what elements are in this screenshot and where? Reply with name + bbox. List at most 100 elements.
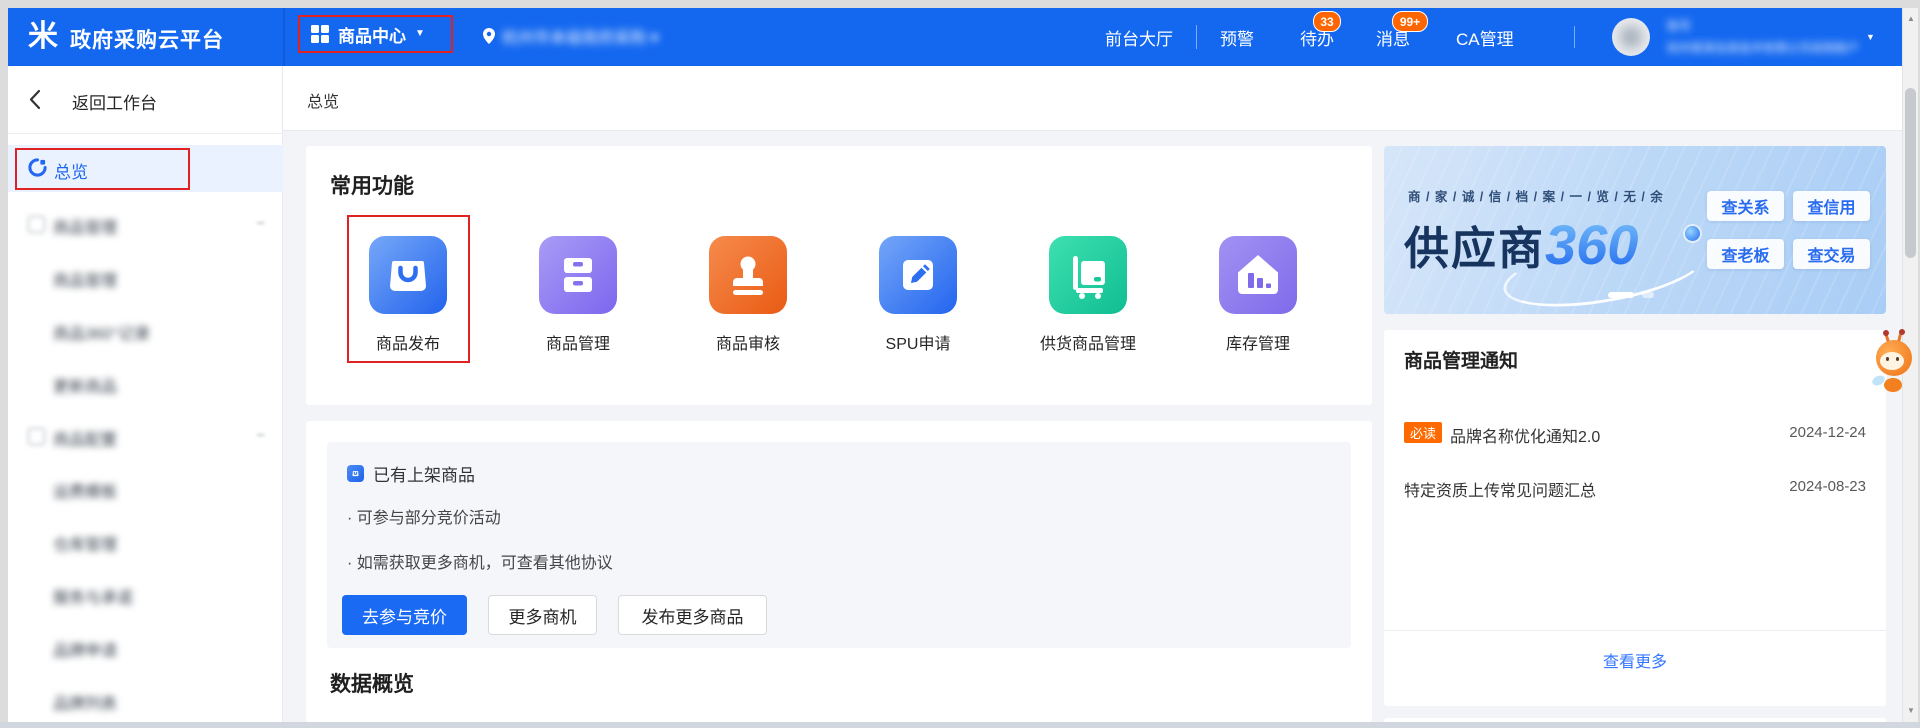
app-switcher-label: 商品中心 xyxy=(338,22,406,47)
check-transactions-button[interactable]: 查交易 xyxy=(1793,239,1870,269)
sidebar-divider xyxy=(8,133,283,134)
content-area: 常用功能 商品发布 商品管理 商品审核 xyxy=(283,131,1902,722)
notice-title: 品牌名称优化通知2.0 xyxy=(1450,423,1600,447)
carousel-dot[interactable] xyxy=(1642,292,1654,298)
publish-more-products-button[interactable]: 发布更多商品 xyxy=(618,595,767,635)
onboarding-header: 已有上架商品 xyxy=(347,461,475,486)
message-count-badge: 99+ xyxy=(1392,11,1428,32)
banner-title-number: 360 xyxy=(1545,213,1638,276)
cube-icon xyxy=(28,216,45,233)
nav-todo[interactable]: 待办 33 xyxy=(1300,8,1334,66)
user-divider xyxy=(1574,26,1575,48)
check-credit-button[interactable]: 查信用 xyxy=(1793,191,1870,221)
sidebar-item-label-blurred: 品牌申请 xyxy=(53,637,117,661)
quick-action-product-management[interactable]: 商品管理 xyxy=(539,236,617,314)
collapse-icon[interactable]: − xyxy=(256,215,265,232)
onboarding-bullet: · 如需获取更多商机，可查看其他协议 xyxy=(347,549,613,573)
quick-action-publish-product[interactable]: 商品发布 xyxy=(369,236,447,314)
view-more-link[interactable]: 查看更多 xyxy=(1384,648,1886,672)
sidebar-item-label-blurred: 服务与承诺 xyxy=(53,584,133,608)
platform-logo-icon: 米 xyxy=(28,19,58,55)
sidebar-item-label-blurred: 品牌列表 xyxy=(53,690,117,714)
check-relations-button[interactable]: 查关系 xyxy=(1707,191,1784,221)
sidebar-group-label-blurred: 商品配置 xyxy=(53,426,117,450)
sidebar-item-blurred[interactable]: 品牌申请 xyxy=(8,636,283,660)
sidebar-item-overview[interactable]: 总览 xyxy=(8,145,283,192)
sidebar-item-label-blurred: 商品360°记录 xyxy=(53,320,150,344)
nav-alerts[interactable]: 预警 xyxy=(1220,8,1254,66)
platform-title: 政府采购云平台 xyxy=(70,24,224,54)
pencil-icon xyxy=(879,236,957,314)
user-name-blurred: 账号 xyxy=(1667,17,1691,34)
sidebar-item-blurred[interactable]: 商品管理 xyxy=(8,266,283,290)
quick-action-label: 商品管理 xyxy=(546,330,610,354)
warehouse-icon xyxy=(1219,236,1297,314)
common-functions-card: 常用功能 商品发布 商品管理 商品审核 xyxy=(306,146,1372,405)
scroll-down-icon[interactable]: ▼ xyxy=(1903,706,1919,715)
sidebar-item-label-blurred: 更新商品 xyxy=(53,373,117,397)
must-read-badge: 必读 xyxy=(1404,422,1442,443)
app-switcher-product-center[interactable]: 商品中心 ▼ xyxy=(298,15,453,53)
window-frame xyxy=(0,0,8,728)
back-chevron-icon xyxy=(28,89,41,115)
trolley-icon xyxy=(1049,236,1127,314)
purchaser-location-selector[interactable]: 杭州市本级政府采购 ▾ xyxy=(483,24,658,48)
assistant-mascot-icon[interactable] xyxy=(1874,332,1918,398)
quick-action-supply-product-management[interactable]: 供货商品管理 xyxy=(1049,236,1127,314)
location-pin-icon xyxy=(483,28,495,44)
banner-title: 供应商360 xyxy=(1404,212,1638,277)
quick-action-label: 供货商品管理 xyxy=(1040,330,1136,354)
carousel-dot-active[interactable] xyxy=(1608,292,1634,298)
notices-title: 商品管理通知 xyxy=(1404,346,1518,373)
scrollbar-thumb[interactable] xyxy=(1905,88,1916,258)
sidebar-item-blurred[interactable]: 商品360°记录 xyxy=(8,319,283,343)
nav-front-hall[interactable]: 前台大厅 xyxy=(1105,8,1173,66)
scroll-up-icon[interactable]: ▲ xyxy=(1903,14,1919,23)
sidebar-group-blurred[interactable]: 商品管理 − xyxy=(8,213,283,237)
nav-messages[interactable]: 消息 99+ xyxy=(1376,8,1410,66)
location-label-blurred: 杭州市本级政府采购 ▾ xyxy=(502,24,658,48)
quick-action-spu-apply[interactable]: SPU申请 xyxy=(879,236,957,314)
onboarding-buttons: 去参与竞价 更多商机 发布更多商品 xyxy=(342,595,767,635)
notice-row[interactable]: 特定资质上传常见问题汇总 2024-08-23 xyxy=(1384,476,1886,500)
product-notices-card: 商品管理通知 必读 品牌名称优化通知2.0 2024-12-24 特定资质上传常… xyxy=(1384,330,1886,706)
user-menu-chevron-icon[interactable]: ▼ xyxy=(1866,32,1875,42)
sidebar-group-blurred[interactable]: 商品配置 − xyxy=(8,425,283,449)
sidebar-item-blurred[interactable]: 更新商品 xyxy=(8,372,283,396)
sidebar-item-blurred[interactable]: 仓库管理 xyxy=(8,530,283,554)
notice-date: 2024-08-23 xyxy=(1789,478,1866,495)
quick-action-label: 库存管理 xyxy=(1226,330,1290,354)
avatar[interactable] xyxy=(1612,18,1650,56)
banner-tagline: 商 / 家 / 诚 / 信 / 档 / 案 / 一 / 览 / 无 / 余 xyxy=(1408,186,1664,205)
header-nav: 前台大厅 预警 待办 33 消息 99+ CA管理 xyxy=(1105,8,1514,66)
quick-action-label: 商品发布 xyxy=(376,330,440,354)
notice-row[interactable]: 必读 品牌名称优化通知2.0 2024-12-24 xyxy=(1384,422,1886,446)
back-to-workbench-label: 返回工作台 xyxy=(72,89,157,114)
nav-ca-management[interactable]: CA管理 xyxy=(1456,8,1514,66)
back-to-workbench[interactable]: 返回工作台 xyxy=(8,66,283,133)
banner-title-text: 供应商 xyxy=(1404,223,1545,274)
onboarding-header-label: 已有上架商品 xyxy=(373,461,475,486)
sidebar-item-label-blurred: 运费模板 xyxy=(53,478,117,502)
supplier-360-banner[interactable]: 商 / 家 / 诚 / 信 / 档 / 案 / 一 / 览 / 无 / 余 供应… xyxy=(1384,146,1886,314)
join-bidding-button[interactable]: 去参与竞价 xyxy=(342,595,467,635)
notice-date: 2024-12-24 xyxy=(1789,424,1866,441)
sidebar-item-label-blurred: 商品管理 xyxy=(53,267,117,291)
header-divider xyxy=(283,8,285,66)
common-functions-title: 常用功能 xyxy=(330,170,414,200)
overview-icon xyxy=(28,158,47,182)
quick-action-inventory-management[interactable]: 库存管理 xyxy=(1219,236,1297,314)
sidebar-item-blurred[interactable]: 服务与承诺 xyxy=(8,583,283,607)
sidebar-item-overview-label: 总览 xyxy=(54,158,88,183)
sidebar-item-blurred[interactable]: 品牌列表 xyxy=(8,689,283,713)
notices-divider xyxy=(1384,630,1886,631)
more-opportunities-button[interactable]: 更多商机 xyxy=(488,595,597,635)
check-boss-button[interactable]: 查老板 xyxy=(1707,239,1784,269)
sidebar-item-blurred[interactable]: 运费模板 xyxy=(8,477,283,501)
grid-icon xyxy=(311,25,329,43)
sidebar-item-label-blurred: 仓库管理 xyxy=(53,531,117,555)
todo-count-badge: 33 xyxy=(1313,11,1341,32)
collapse-icon[interactable]: − xyxy=(256,427,265,444)
onboarding-card: 已有上架商品 · 可参与部分竞价活动 · 如需获取更多商机，可查看其他协议 去参… xyxy=(306,421,1372,722)
quick-action-product-review[interactable]: 商品审核 xyxy=(709,236,787,314)
